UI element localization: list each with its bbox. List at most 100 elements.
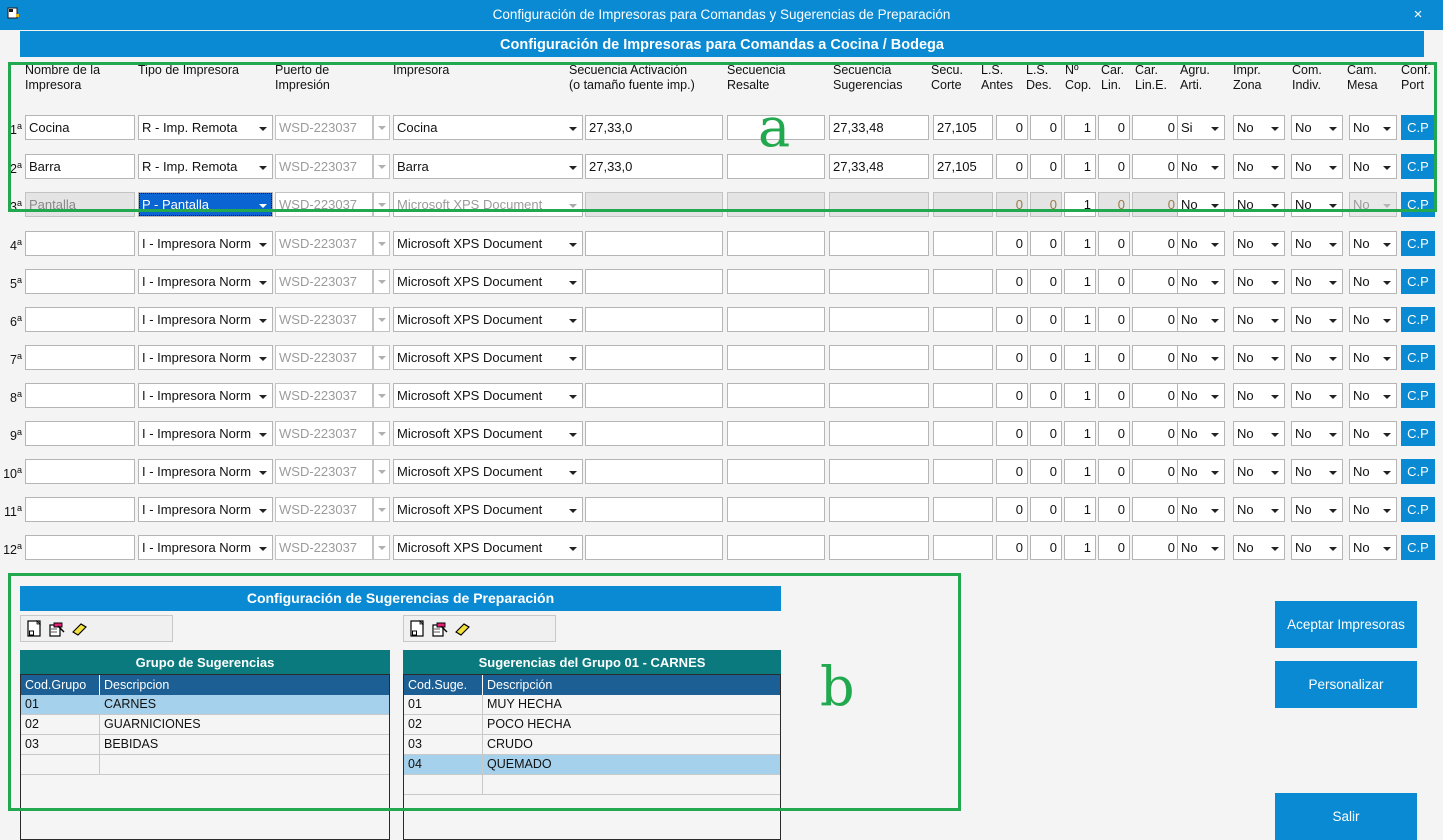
chevron-down-icon[interactable] (373, 192, 390, 217)
accept-printers-button[interactable]: Aceptar Impresoras (1275, 601, 1417, 648)
chars-per-line-input[interactable]: 0 (1098, 383, 1130, 408)
activation-sequence-input[interactable] (585, 307, 723, 332)
individual-command-select[interactable]: No (1291, 269, 1343, 294)
individual-command-select[interactable]: No (1291, 421, 1343, 446)
chevron-down-icon[interactable] (373, 307, 390, 332)
printer-name-input[interactable] (25, 497, 135, 522)
chars-per-line-input[interactable]: 0 (1098, 192, 1130, 217)
printer-name-input[interactable] (25, 231, 135, 256)
print-zone-select[interactable]: No (1233, 535, 1285, 560)
printer-name-input[interactable] (25, 535, 135, 560)
group-articles-select[interactable]: No (1177, 192, 1225, 217)
cut-sequence-input[interactable] (933, 535, 993, 560)
chars-per-line-input[interactable]: 0 (1098, 269, 1130, 294)
configure-port-button[interactable]: C.P (1401, 383, 1435, 408)
chars-per-line-input[interactable]: 0 (1098, 497, 1130, 522)
copies-input[interactable]: 1 (1064, 307, 1096, 332)
blank-lines-after-input[interactable]: 0 (1030, 231, 1062, 256)
printer-type-select[interactable]: I - Impresora Norm (138, 269, 273, 294)
chevron-down-icon[interactable] (373, 497, 390, 522)
change-table-select[interactable]: No (1349, 497, 1397, 522)
group-articles-select[interactable]: No (1177, 154, 1225, 179)
activation-sequence-input[interactable] (585, 459, 723, 484)
blank-lines-before-input[interactable]: 0 (996, 421, 1028, 446)
blank-lines-before-input[interactable]: 0 (996, 307, 1028, 332)
printer-device-select[interactable]: Microsoft XPS Document (393, 192, 583, 217)
group-articles-select[interactable]: No (1177, 421, 1225, 446)
print-zone-select[interactable]: No (1233, 192, 1285, 217)
customize-button[interactable]: Personalizar (1275, 661, 1417, 708)
copies-input[interactable]: 1 (1064, 269, 1096, 294)
blank-lines-after-input[interactable]: 0 (1030, 115, 1062, 140)
blank-lines-after-input[interactable]: 0 (1030, 345, 1062, 370)
blank-lines-after-input[interactable]: 0 (1030, 192, 1062, 217)
printer-name-input[interactable] (25, 421, 135, 446)
printer-type-select[interactable]: I - Impresora Norm (138, 459, 273, 484)
blank-lines-before-input[interactable]: 0 (996, 535, 1028, 560)
blank-lines-before-input[interactable]: 0 (996, 115, 1028, 140)
list-item[interactable] (21, 755, 389, 775)
copies-input[interactable]: 1 (1064, 383, 1096, 408)
printer-name-input[interactable] (25, 345, 135, 370)
highlight-sequence-input[interactable] (727, 535, 825, 560)
blank-lines-before-input[interactable]: 0 (996, 154, 1028, 179)
chars-per-line-input[interactable]: 0 (1098, 307, 1130, 332)
individual-command-select[interactable]: No (1291, 231, 1343, 256)
print-zone-select[interactable]: No (1233, 231, 1285, 256)
change-table-select[interactable]: No (1349, 459, 1397, 484)
printer-device-select[interactable]: Microsoft XPS Document (393, 497, 583, 522)
printer-port-input[interactable]: WSD-223037 (275, 231, 373, 256)
printer-port-input[interactable]: WSD-223037 (275, 535, 373, 560)
chars-per-line-ext-input[interactable]: 0 (1132, 497, 1180, 522)
chars-per-line-ext-input[interactable]: 0 (1132, 269, 1180, 294)
change-table-select[interactable]: No (1349, 154, 1397, 179)
list-item[interactable]: 03 BEBIDAS (21, 735, 389, 755)
printer-port-input[interactable]: WSD-223037 (275, 192, 373, 217)
change-table-select[interactable]: No (1349, 383, 1397, 408)
blank-lines-after-input[interactable]: 0 (1030, 535, 1062, 560)
printer-device-select[interactable]: Microsoft XPS Document (393, 383, 583, 408)
blank-lines-before-input[interactable]: 0 (996, 192, 1028, 217)
configure-port-button[interactable]: C.P (1401, 497, 1435, 522)
activation-sequence-input[interactable] (585, 269, 723, 294)
printer-type-select[interactable]: I - Impresora Norm (138, 307, 273, 332)
printer-type-select[interactable]: I - Impresora Norm (138, 421, 273, 446)
printer-device-select[interactable]: Microsoft XPS Document (393, 231, 583, 256)
copies-input[interactable]: 1 (1064, 459, 1096, 484)
list-item[interactable] (404, 775, 780, 795)
printer-port-input[interactable]: WSD-223037 (275, 459, 373, 484)
edit-pencil-icon[interactable] (48, 620, 66, 638)
printer-type-select[interactable]: I - Impresora Norm (138, 535, 273, 560)
chars-per-line-input[interactable]: 0 (1098, 115, 1130, 140)
suggestions-sequence-input[interactable]: 27,33,48 (829, 115, 929, 140)
configure-port-button[interactable]: C.P (1401, 192, 1435, 217)
chars-per-line-ext-input[interactable]: 0 (1132, 154, 1180, 179)
printer-type-select[interactable]: R - Imp. Remota (138, 115, 273, 140)
activation-sequence-input[interactable] (585, 421, 723, 446)
chars-per-line-ext-input[interactable]: 0 (1132, 231, 1180, 256)
individual-command-select[interactable]: No (1291, 459, 1343, 484)
change-table-select[interactable]: No (1349, 115, 1397, 140)
activation-sequence-input[interactable] (585, 497, 723, 522)
blank-lines-before-input[interactable]: 0 (996, 459, 1028, 484)
chevron-down-icon[interactable] (373, 421, 390, 446)
printer-type-select[interactable]: R - Imp. Remota (138, 154, 273, 179)
suggestions-sequence-input[interactable] (829, 497, 929, 522)
blank-lines-before-input[interactable]: 0 (996, 383, 1028, 408)
eraser-icon[interactable] (453, 620, 471, 638)
printer-name-input[interactable]: Cocina (25, 115, 135, 140)
list-item[interactable]: 03 CRUDO (404, 735, 780, 755)
chevron-down-icon[interactable] (373, 231, 390, 256)
configure-port-button[interactable]: C.P (1401, 459, 1435, 484)
list-item[interactable]: 04 QUEMADO (404, 755, 780, 775)
highlight-sequence-input[interactable] (727, 421, 825, 446)
cut-sequence-input[interactable]: 27,105 (933, 115, 993, 140)
new-document-icon[interactable] (26, 620, 44, 638)
copies-input[interactable]: 1 (1064, 231, 1096, 256)
printer-type-select[interactable]: I - Impresora Norm (138, 231, 273, 256)
printer-port-input[interactable]: WSD-223037 (275, 383, 373, 408)
blank-lines-before-input[interactable]: 0 (996, 269, 1028, 294)
cut-sequence-input[interactable] (933, 497, 993, 522)
print-zone-select[interactable]: No (1233, 383, 1285, 408)
printer-type-select[interactable]: P - Pantalla (138, 192, 273, 217)
